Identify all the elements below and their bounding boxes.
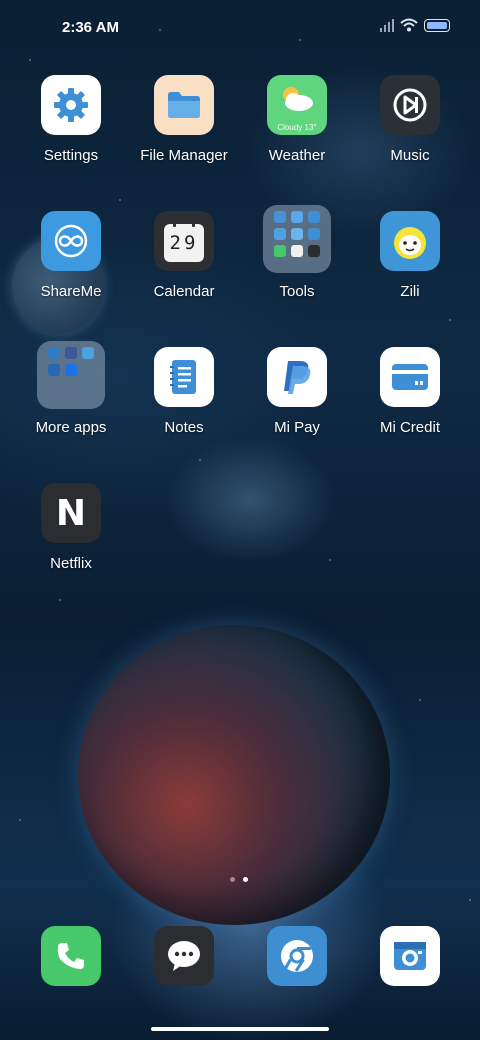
settings-icon [41, 75, 101, 135]
app-label: Mi Pay [274, 419, 320, 436]
app-label: Netflix [50, 555, 92, 572]
app-label: More apps [35, 419, 107, 436]
app-label: Notes [164, 419, 204, 436]
page-dot [230, 877, 235, 882]
app-netflix[interactable]: N Netflix [11, 483, 131, 572]
app-label: ShareMe [40, 283, 102, 300]
page-indicator[interactable] [230, 877, 248, 882]
phone-icon [41, 926, 101, 986]
app-notes[interactable]: Notes [124, 347, 244, 436]
app-label: Calendar [153, 283, 215, 300]
app-zili[interactable]: Zili [350, 211, 470, 300]
app-music[interactable]: Music [350, 75, 470, 164]
app-label: Music [390, 147, 430, 164]
browser-icon [267, 926, 327, 986]
calendar-day: 29 [169, 232, 199, 254]
message-icon [154, 926, 214, 986]
status-bar: 2:36 AM [0, 0, 480, 56]
status-time: 2:36 AM [62, 19, 119, 36]
paypal-icon [267, 347, 327, 407]
dock-phone[interactable] [11, 926, 131, 986]
status-icons [380, 18, 450, 32]
app-mi-pay[interactable]: Mi Pay [237, 347, 357, 436]
page-dot-active [243, 877, 248, 882]
dock-messages[interactable] [124, 926, 244, 986]
folder-tools[interactable]: Tools [237, 205, 357, 300]
app-label: Settings [43, 147, 99, 164]
app-mi-credit[interactable]: Mi Credit [350, 347, 470, 436]
folder-icon [263, 205, 331, 273]
app-file-manager[interactable]: File Manager [124, 75, 244, 164]
weather-badge: Cloudy 13° [277, 123, 317, 132]
camera-icon [380, 926, 440, 986]
weather-icon: Cloudy 13° [267, 75, 327, 135]
home-indicator-bar[interactable] [151, 1027, 329, 1031]
cellular-signal-icon [380, 18, 394, 32]
netflix-icon: N [41, 483, 101, 543]
app-calendar[interactable]: 29 Calendar [124, 211, 244, 300]
app-weather[interactable]: Cloudy 13° Weather [237, 75, 357, 164]
netflix-glyph: N [55, 492, 87, 534]
battery-icon [424, 18, 450, 32]
zili-icon [380, 211, 440, 271]
app-label: Mi Credit [379, 419, 440, 436]
credit-card-icon [380, 347, 440, 407]
app-label: Zili [400, 283, 420, 300]
calendar-icon: 29 [154, 211, 214, 271]
music-icon [380, 75, 440, 135]
app-label: Weather [268, 147, 326, 164]
folder-icon [154, 75, 214, 135]
app-label: File Manager [140, 147, 228, 164]
folder-more-apps[interactable]: More apps [11, 341, 131, 436]
folder-icon [37, 341, 105, 409]
notes-icon [154, 347, 214, 407]
shareme-icon [41, 211, 101, 271]
dock-camera[interactable] [350, 926, 470, 986]
app-settings[interactable]: Settings [11, 75, 131, 164]
app-shareme[interactable]: ShareMe [11, 211, 131, 300]
app-label: Tools [279, 283, 315, 300]
dock-browser[interactable] [237, 926, 357, 986]
wifi-icon [400, 18, 418, 32]
